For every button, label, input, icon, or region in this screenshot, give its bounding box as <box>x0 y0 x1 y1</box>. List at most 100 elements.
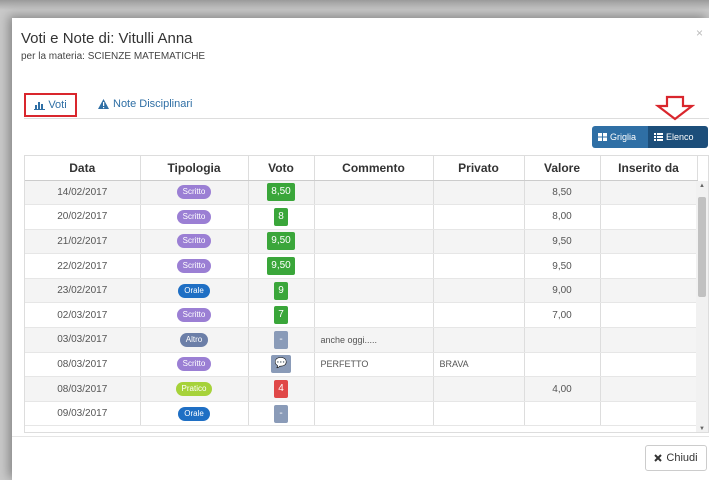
cell-inserito-da <box>600 302 698 329</box>
cell-privato <box>433 204 525 230</box>
cell-tipologia: Scritto <box>140 253 249 279</box>
table-row: 23/02/2017 Orale 9 9,00 <box>25 278 698 304</box>
voto-badge[interactable]: 8,50 <box>267 183 295 202</box>
cell-tipologia: Orale <box>140 401 249 427</box>
header-inserito-da[interactable]: Inserito da <box>600 156 698 181</box>
table-scrollbar[interactable]: ▲ ▼ <box>696 181 708 432</box>
background-shade <box>0 0 709 10</box>
cell-data: 08/03/2017 <box>25 352 141 378</box>
cell-privato <box>433 376 525 402</box>
cell-data: 20/02/2017 <box>25 204 141 230</box>
table-row: 21/02/2017 Scritto 9,50 9,50 <box>25 229 698 255</box>
header-privato[interactable]: Privato <box>433 156 525 181</box>
cell-commento <box>314 229 434 255</box>
cell-tipologia: Scritto <box>140 302 249 329</box>
scroll-up-icon[interactable]: ▲ <box>699 183 705 189</box>
cell-valore: 7,00 <box>524 302 601 329</box>
tab-voti-label: Voti <box>48 99 67 111</box>
header-data[interactable]: Data <box>25 156 141 181</box>
header-commento[interactable]: Commento <box>314 156 434 181</box>
cell-voto: 9,50 <box>248 253 315 279</box>
table-row: 08/03/2017 Scritto 💬 PERFETTO BRAVA <box>25 352 698 378</box>
table-row: 22/02/2017 Scritto 9,50 9,50 <box>25 253 698 279</box>
cell-valore: 9,00 <box>524 278 601 304</box>
cell-privato: BRAVA <box>433 352 525 378</box>
griglia-label: Griglia <box>610 132 637 142</box>
grades-table: Data Tipologia Voto Commento Privato Val… <box>25 156 698 427</box>
cell-valore: 8,00 <box>524 204 601 230</box>
cell-voto: - <box>248 401 315 427</box>
table-row: 08/03/2017 Pratico 4 4,00 <box>25 376 698 402</box>
cell-valore: 9,50 <box>524 253 601 279</box>
voto-badge[interactable]: 💬 <box>270 355 292 374</box>
cell-tipologia: Altro <box>140 327 249 353</box>
cell-voto: 💬 <box>248 352 315 378</box>
voto-badge[interactable]: 9,50 <box>267 257 295 276</box>
cell-tipologia: Scritto <box>140 180 249 206</box>
tipologia-badge: Scritto <box>176 357 212 372</box>
voto-badge[interactable]: 7 <box>274 306 288 325</box>
cell-inserito-da <box>600 401 698 427</box>
cell-privato <box>433 180 525 206</box>
voto-badge[interactable]: - <box>274 404 288 423</box>
table-header-row: Data Tipologia Voto Commento Privato Val… <box>25 156 698 181</box>
tipologia-badge: Scritto <box>176 185 212 200</box>
voto-badge[interactable]: 9,50 <box>267 232 295 251</box>
griglia-button[interactable]: Griglia <box>592 126 648 148</box>
cell-commento <box>314 302 434 329</box>
tipologia-badge: Altro <box>179 332 209 347</box>
table-row: 09/03/2017 Orale - <box>25 401 698 427</box>
tab-voti[interactable]: Voti <box>24 93 77 117</box>
cell-privato <box>433 253 525 279</box>
voto-badge[interactable]: 9 <box>274 281 288 300</box>
down-arrow-annotation-icon <box>655 95 695 121</box>
cell-tipologia: Orale <box>140 278 249 304</box>
table-row: 20/02/2017 Scritto 8 8,00 <box>25 204 698 230</box>
cell-data: 22/02/2017 <box>25 253 141 279</box>
voto-badge[interactable]: - <box>274 330 288 349</box>
tipologia-badge: Scritto <box>176 308 212 323</box>
cell-inserito-da <box>600 352 698 378</box>
cell-commento: PERFETTO <box>314 352 434 378</box>
voto-badge[interactable]: 4 <box>274 380 288 399</box>
modal-title: Voti e Note di: Vitulli Anna <box>21 30 193 47</box>
cell-voto: 9,50 <box>248 229 315 255</box>
header-voto[interactable]: Voto <box>248 156 315 181</box>
tipologia-badge: Orale <box>178 406 210 421</box>
voto-badge[interactable]: 8 <box>274 207 288 226</box>
modal-subtitle: per la materia: SCIENZE MATEMATICHE <box>21 51 206 62</box>
cell-privato <box>433 401 525 427</box>
warning-icon <box>98 99 109 109</box>
cell-commento: anche oggi..... <box>314 327 434 353</box>
close-icon <box>654 454 663 462</box>
scroll-thumb[interactable] <box>698 197 706 297</box>
cell-data: 09/03/2017 <box>25 401 141 427</box>
cell-commento <box>314 401 434 427</box>
cell-tipologia: Scritto <box>140 352 249 378</box>
cell-commento <box>314 278 434 304</box>
cell-inserito-da <box>600 253 698 279</box>
header-tipologia[interactable]: Tipologia <box>140 156 249 181</box>
scroll-down-icon[interactable]: ▼ <box>699 426 705 432</box>
header-valore[interactable]: Valore <box>524 156 601 181</box>
cell-data: 03/03/2017 <box>25 327 141 353</box>
cell-commento <box>314 180 434 206</box>
cell-valore <box>524 401 601 427</box>
modal-close-icon[interactable]: × <box>696 26 703 40</box>
cell-voto: 8,50 <box>248 180 315 206</box>
cell-privato <box>433 302 525 329</box>
cell-data: 21/02/2017 <box>25 229 141 255</box>
cell-valore <box>524 352 601 378</box>
cell-commento <box>314 376 434 402</box>
table-row: 02/03/2017 Scritto 7 7,00 <box>25 302 698 329</box>
bar-chart-icon <box>34 101 46 110</box>
cell-inserito-da <box>600 229 698 255</box>
tab-note-disciplinari[interactable]: Note Disciplinari <box>98 98 192 110</box>
chiudi-label: Chiudi <box>666 452 698 464</box>
list-icon <box>654 133 663 141</box>
view-toggle: Griglia Elenco <box>592 126 708 148</box>
cell-commento <box>314 253 434 279</box>
elenco-button[interactable]: Elenco <box>648 126 708 148</box>
cell-inserito-da <box>600 327 698 353</box>
chiudi-button[interactable]: Chiudi <box>645 445 707 471</box>
